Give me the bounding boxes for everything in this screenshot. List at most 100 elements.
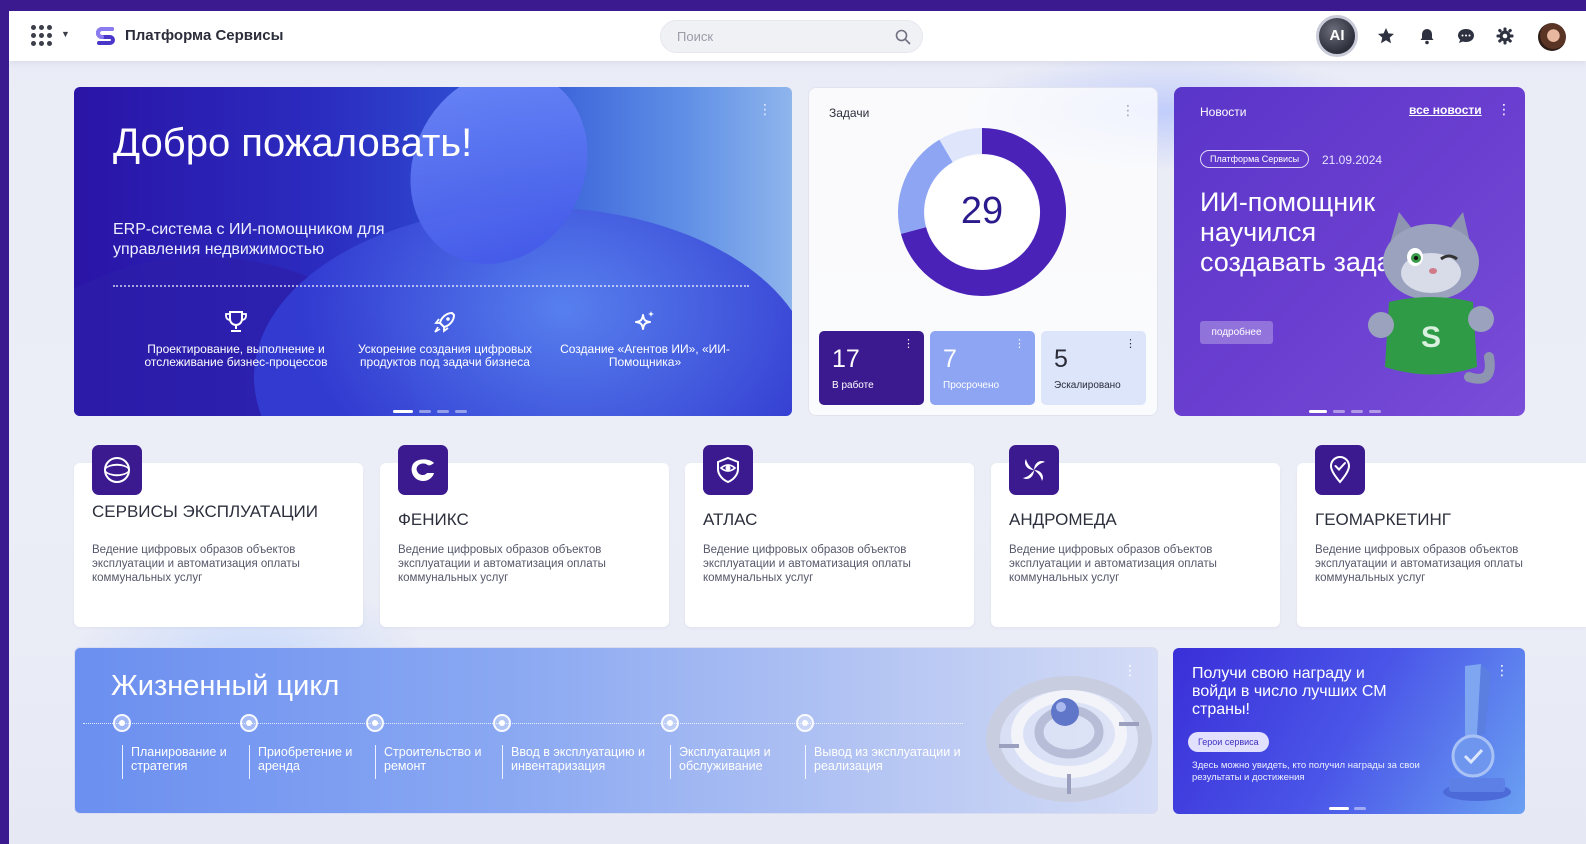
news-tag[interactable]: Платформа Сервисы	[1200, 150, 1310, 168]
feature-label: Создание «Агентов ИИ», «ИИ-Помощника»	[560, 342, 730, 369]
gear-icon[interactable]	[1495, 26, 1515, 46]
stat-overdue[interactable]: 7 Просрочено ⋮	[930, 331, 1035, 405]
globe-icon	[104, 457, 130, 483]
user-avatar[interactable]	[1538, 23, 1566, 51]
service-card-phoenix[interactable]: ФЕНИКС Ведение цифровых образов объектов…	[380, 445, 669, 627]
brand-name[interactable]: Платформа Сервисы	[125, 27, 283, 44]
feature-label: Ускорение создания цифровых продуктов по…	[357, 342, 533, 369]
ai-assistant-button[interactable]: AI	[1316, 15, 1358, 57]
cat-mascot-illustration: S	[1368, 212, 1495, 384]
carousel-dot[interactable]	[437, 410, 449, 413]
service-name: АТЛАС	[703, 510, 758, 529]
welcome-subtitle: ERP-система с ИИ-помощником для управлен…	[113, 221, 385, 258]
welcome-title: Добро пожаловать!	[113, 121, 473, 165]
stat-label: В работе	[832, 380, 874, 391]
tasks-title: Задачи	[829, 106, 870, 120]
service-name: СЕРВИСЫ ЭКСПЛУАТАЦИИ	[92, 502, 318, 521]
lifecycle-step[interactable]: Вывод из эксплуатации и реализация	[805, 745, 970, 779]
reward-description: Здесь можно увидеть, кто получил награды…	[1192, 760, 1420, 783]
brand-logo[interactable]	[95, 25, 117, 47]
trophy-icon	[225, 311, 247, 332]
stat-value: 7	[943, 345, 957, 373]
lifecycle-step[interactable]: Ввод в эксплуатацию и инвентаризация	[502, 745, 662, 779]
service-name: АНДРОМЕДА	[1009, 510, 1117, 529]
trophy-illustration	[1443, 664, 1511, 801]
welcome-banner: ⋮ Добро пожаловать! ERP-система с ИИ-пом…	[74, 87, 792, 416]
apps-grid-icon[interactable]	[31, 25, 53, 47]
page: ▼ Платформа Сервисы AI	[9, 11, 1586, 844]
more-options-icon[interactable]: ⋮	[1497, 101, 1511, 118]
lifecycle-step[interactable]: Приобретение и аренда	[249, 745, 367, 779]
timeline-node[interactable]	[493, 714, 511, 732]
service-description: Ведение цифровых образов объектов эксплу…	[1315, 544, 1523, 584]
search-box[interactable]	[660, 20, 923, 53]
carousel-dot[interactable]	[419, 410, 431, 413]
carousel-dot[interactable]	[1354, 807, 1366, 810]
more-options-icon[interactable]: ⋮	[1125, 337, 1136, 350]
stat-escalated[interactable]: 5 Эскалировано ⋮	[1041, 331, 1146, 405]
carousel-dot[interactable]	[393, 410, 413, 413]
stat-in-work[interactable]: 17 В работе ⋮	[819, 331, 924, 405]
service-description: Ведение цифровых образов объектов эксплу…	[703, 544, 911, 584]
lifecycle-step[interactable]: Эксплуатация и обслуживание	[670, 745, 798, 779]
carousel-dot[interactable]	[1369, 410, 1381, 413]
sparkle-icon	[635, 311, 654, 330]
service-description: Ведение цифровых образов объектов эксплу…	[1009, 544, 1217, 584]
tasks-widget: Задачи ⋮ 29 17 В работе ⋮ 7 Просрочено ⋮…	[808, 87, 1158, 416]
more-options-icon[interactable]: ⋮	[1014, 337, 1025, 350]
all-news-link[interactable]: все новости	[1409, 103, 1482, 117]
feature-item: Ускорение создания цифровых продуктов по…	[340, 309, 550, 369]
stat-label: Просрочено	[943, 380, 1000, 391]
lifecycle-step[interactable]: Планирование и стратегия	[122, 745, 242, 779]
service-icon-box	[1315, 445, 1365, 495]
timeline-node[interactable]	[796, 714, 814, 732]
carousel-indicators	[1309, 400, 1387, 416]
search-icon[interactable]	[895, 29, 911, 45]
service-card-atlas[interactable]: АТЛАС Ведение цифровых образов объектов …	[685, 445, 974, 627]
carousel-dot[interactable]	[1329, 807, 1349, 810]
more-options-icon[interactable]: ⋮	[758, 101, 772, 118]
carousel-indicators	[393, 400, 473, 416]
phoenix-icon	[411, 459, 434, 481]
feature-label: Проектирование, выполнение и отслеживани…	[144, 342, 328, 369]
service-description: Ведение цифровых образов объектов эксплу…	[398, 544, 606, 584]
timeline-node[interactable]	[240, 714, 258, 732]
more-options-icon[interactable]: ⋮	[903, 337, 914, 350]
service-heroes-button[interactable]: Герои сервиса	[1188, 732, 1269, 752]
service-name: ФЕНИКС	[398, 510, 469, 529]
news-title: Новости	[1200, 105, 1247, 119]
service-icon-box	[703, 445, 753, 495]
chevron-down-icon[interactable]: ▼	[61, 29, 70, 39]
stat-value: 17	[832, 345, 860, 373]
swirl-icon	[1023, 459, 1045, 481]
service-name: ГЕОМАРКЕТИНГ	[1315, 510, 1451, 529]
bell-icon[interactable]	[1417, 26, 1437, 46]
carousel-indicators	[1329, 797, 1371, 814]
carousel-dot[interactable]	[455, 410, 467, 413]
service-icon-box	[1009, 445, 1059, 495]
rocket-icon	[434, 312, 455, 333]
service-card-andromeda[interactable]: АНДРОМЕДА Ведение цифровых образов объек…	[991, 445, 1280, 627]
timeline-line	[83, 723, 963, 724]
lifecycle-banner: Жизненный цикл ⋮ Планирование и стратеги…	[74, 647, 1158, 814]
service-card-geomarketing[interactable]: ГЕОМАРКЕТИНГ Ведение цифровых образов об…	[1297, 445, 1586, 627]
eye-shield-icon	[717, 456, 739, 484]
chat-icon[interactable]	[1456, 26, 1476, 46]
lifecycle-step[interactable]: Строительство и ремонт	[375, 745, 495, 779]
timeline-node[interactable]	[661, 714, 679, 732]
search-input[interactable]	[677, 21, 887, 52]
news-widget: Новости все новости ⋮ Платформа Сервисы …	[1174, 87, 1525, 416]
feature-item: Проектирование, выполнение и отслеживани…	[131, 309, 341, 369]
star-icon[interactable]	[1376, 26, 1396, 46]
reward-banner: Получи свою награду и войди в число лучш…	[1173, 648, 1525, 814]
carousel-dot[interactable]	[1333, 410, 1345, 413]
carousel-dot[interactable]	[1309, 410, 1327, 413]
timeline-node[interactable]	[113, 714, 131, 732]
carousel-dot[interactable]	[1351, 410, 1363, 413]
service-card-operations[interactable]: СЕРВИСЫ ЭКСПЛУАТАЦИИ Ведение цифровых об…	[74, 445, 363, 627]
more-options-icon[interactable]: ⋮	[1121, 102, 1135, 119]
tasks-total: 29	[960, 190, 1004, 232]
read-more-button[interactable]: подробнее	[1200, 321, 1273, 344]
timeline-node[interactable]	[366, 714, 384, 732]
maze-sphere-illustration	[986, 676, 1152, 802]
